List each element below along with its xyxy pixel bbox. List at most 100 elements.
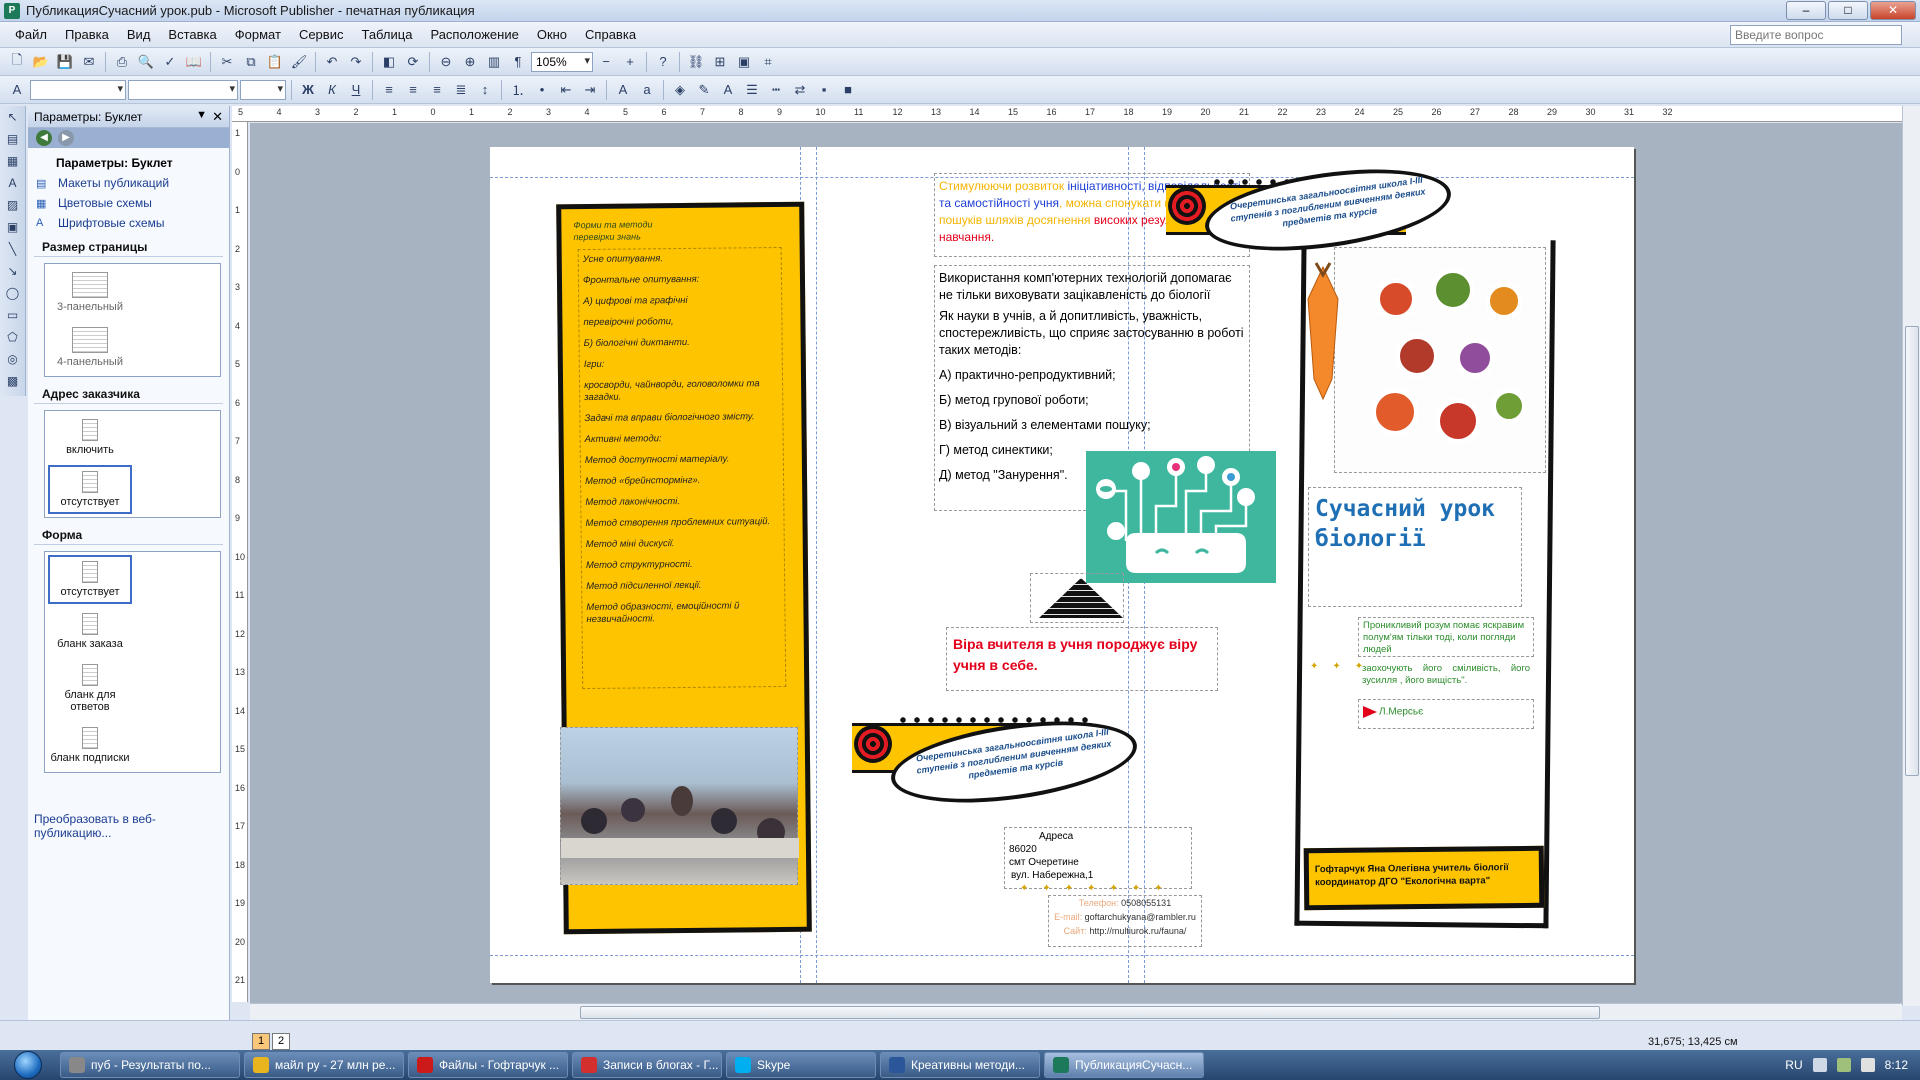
contacts-box[interactable]: Телефон: 0508055131 E-mail: goftarchukyan…: [1048, 895, 1202, 947]
quote-part-2[interactable]: заохочують його сміливість, його зусилля…: [1358, 661, 1534, 691]
style-select[interactable]: [30, 79, 126, 100]
open-icon[interactable]: 📂: [30, 51, 52, 73]
save-icon[interactable]: 💾: [54, 51, 76, 73]
pyramid-graphic[interactable]: [1030, 573, 1124, 623]
zoom-select[interactable]: 105%: [531, 51, 593, 72]
line-style-icon[interactable]: ☰: [741, 79, 763, 101]
vertical-ruler[interactable]: 1 0 1 2 3 4 5 6 7 8 9 10 11 12 13 14 15 16 17 18 19 20 21: [232, 122, 248, 1002]
menu-view[interactable]: Вид: [118, 27, 160, 42]
school-banner-middle[interactable]: Очеретинська загальноосвітня школа І-ІІІ…: [852, 708, 1142, 816]
network-icon[interactable]: [1836, 1058, 1851, 1072]
chevron-down-icon[interactable]: ▼: [196, 109, 207, 121]
author-info-box[interactable]: Гофтарчук Яна Олегівна учитель біології …: [1303, 845, 1545, 911]
arrow-style-icon[interactable]: ⇄: [789, 79, 811, 101]
technology-illustration[interactable]: [1086, 451, 1276, 583]
flag-icon[interactable]: [1860, 1058, 1875, 1072]
font-size-select[interactable]: [240, 79, 286, 100]
wordart-icon[interactable]: A: [3, 176, 23, 194]
new-icon[interactable]: 🗋: [6, 51, 28, 73]
school-banner-right[interactable]: Очеретинська загальноосвітня школа І-ІІІ…: [1166, 156, 1456, 264]
decrease-font-icon[interactable]: a: [636, 79, 658, 101]
pilcrow-icon[interactable]: ¶: [507, 51, 529, 73]
line-icon[interactable]: ╲: [3, 242, 23, 260]
option-response-form[interactable]: бланк для ответов: [48, 659, 132, 718]
horizontal-scroll-thumb[interactable]: [580, 1006, 1600, 1019]
taskbar-item[interactable]: Файлы - Гофтарчук ...: [408, 1052, 568, 1078]
text-box-icon[interactable]: ▤: [3, 132, 23, 150]
spelling-icon[interactable]: ✓: [159, 51, 181, 73]
bold-icon[interactable]: Ж: [297, 79, 319, 101]
taskbar-item[interactable]: майл ру - 27 млн ре...: [244, 1052, 404, 1078]
brochure-title-box[interactable]: Сучасний урок біології: [1308, 487, 1522, 607]
minimize-button[interactable]: –: [1786, 1, 1826, 20]
group-icon[interactable]: ⊞: [709, 51, 731, 73]
font-color-icon[interactable]: A: [717, 79, 739, 101]
zoom-plus-icon[interactable]: +: [619, 51, 641, 73]
dash-style-icon[interactable]: ┅: [765, 79, 787, 101]
taskbar-item[interactable]: пуб - Результаты по...: [60, 1052, 240, 1078]
volume-icon[interactable]: [1812, 1058, 1827, 1072]
taskbar-item[interactable]: ПубликацияСучасн...: [1044, 1052, 1204, 1078]
paste-icon[interactable]: 📋: [264, 51, 286, 73]
table-icon[interactable]: ▦: [3, 154, 23, 172]
vertical-scroll-thumb[interactable]: [1905, 326, 1919, 776]
contact-row[interactable]: Сайт: http://multiurok.ru/fauna/: [1049, 924, 1201, 938]
forward-arrow-icon[interactable]: ▶: [58, 130, 74, 146]
horizontal-scrollbar[interactable]: [250, 1003, 1902, 1020]
option-include-address[interactable]: включить: [48, 414, 132, 461]
help-icon[interactable]: ?: [652, 51, 674, 73]
font-schemes-link[interactable]: A Шрифтовые схемы: [28, 210, 229, 230]
shadow-icon[interactable]: ▪: [813, 79, 835, 101]
align-center-icon[interactable]: ≡: [402, 79, 424, 101]
vegetables-photo[interactable]: [1334, 247, 1546, 473]
taskbar-item[interactable]: Записи в блогах - Г...: [572, 1052, 722, 1078]
format-painter-icon[interactable]: 🖌: [288, 51, 310, 73]
link-icon[interactable]: ⛓: [685, 51, 707, 73]
line-color-icon[interactable]: ✎: [693, 79, 715, 101]
ask-question-input[interactable]: Введите вопрос: [1730, 25, 1902, 45]
zoom-out-icon[interactable]: ⊖: [435, 51, 457, 73]
rectangle-icon[interactable]: ▭: [3, 308, 23, 326]
option-signup-form[interactable]: бланк подписки: [48, 722, 132, 769]
option-4-panel[interactable]: 4-панельный: [48, 322, 132, 373]
line-spacing-icon[interactable]: ↕: [474, 79, 496, 101]
methods-list[interactable]: Усне опитування. Фронтальне опитування: А)…: [577, 246, 787, 690]
oval-icon[interactable]: ◯: [3, 286, 23, 304]
image-icon[interactable]: ▨: [3, 198, 23, 216]
increase-font-icon[interactable]: A: [612, 79, 634, 101]
columns-icon[interactable]: ▥: [483, 51, 505, 73]
increase-indent-icon[interactable]: ⇥: [579, 79, 601, 101]
rotate-icon[interactable]: ⟳: [402, 51, 424, 73]
quote-part-1[interactable]: Проникливий розум помає яскравим полум'я…: [1358, 617, 1534, 657]
styles-icon[interactable]: A: [6, 79, 28, 101]
crop-icon[interactable]: ⌗: [757, 51, 779, 73]
design-gallery-icon[interactable]: ▩: [3, 374, 23, 392]
language-indicator[interactable]: RU: [1785, 1058, 1802, 1072]
picture-icon[interactable]: ▣: [733, 51, 755, 73]
menu-insert[interactable]: Вставка: [159, 27, 225, 42]
autoshapes-icon[interactable]: ⬠: [3, 330, 23, 348]
zoom-in-icon[interactable]: ⊕: [459, 51, 481, 73]
page-tab-1[interactable]: 1: [252, 1033, 270, 1050]
menu-arrange[interactable]: Расположение: [421, 27, 527, 42]
align-right-icon[interactable]: ≡: [426, 79, 448, 101]
print-icon[interactable]: ⎙: [111, 51, 133, 73]
undo-icon[interactable]: ↶: [321, 51, 343, 73]
numbering-icon[interactable]: ⒈: [507, 79, 529, 101]
back-arrow-icon[interactable]: ◀: [36, 130, 52, 146]
zoom-minus-icon[interactable]: −: [595, 51, 617, 73]
align-left-icon[interactable]: ≡: [378, 79, 400, 101]
taskbar-item[interactable]: Креативны методи...: [880, 1052, 1040, 1078]
teacher-faith-quote[interactable]: Віра вчителя в учня породжує віру учня в…: [946, 627, 1218, 691]
menu-help[interactable]: Справка: [576, 27, 645, 42]
option-no-address[interactable]: отсутствует: [48, 465, 132, 514]
quote-author[interactable]: Л.Мерсьє: [1358, 699, 1534, 729]
convert-to-web-link[interactable]: Преобразовать в веб-публикацию...: [34, 812, 229, 840]
underline-icon[interactable]: Ч: [345, 79, 367, 101]
address-box[interactable]: Адреса 86020 смт Очеретине вул. Набережн…: [1004, 827, 1192, 889]
vertical-scrollbar[interactable]: [1902, 106, 1920, 1006]
fill-color-icon[interactable]: ◈: [669, 79, 691, 101]
redo-icon[interactable]: ↷: [345, 51, 367, 73]
select-arrow-icon[interactable]: ↖: [3, 110, 23, 128]
menu-tools[interactable]: Сервис: [290, 27, 353, 42]
